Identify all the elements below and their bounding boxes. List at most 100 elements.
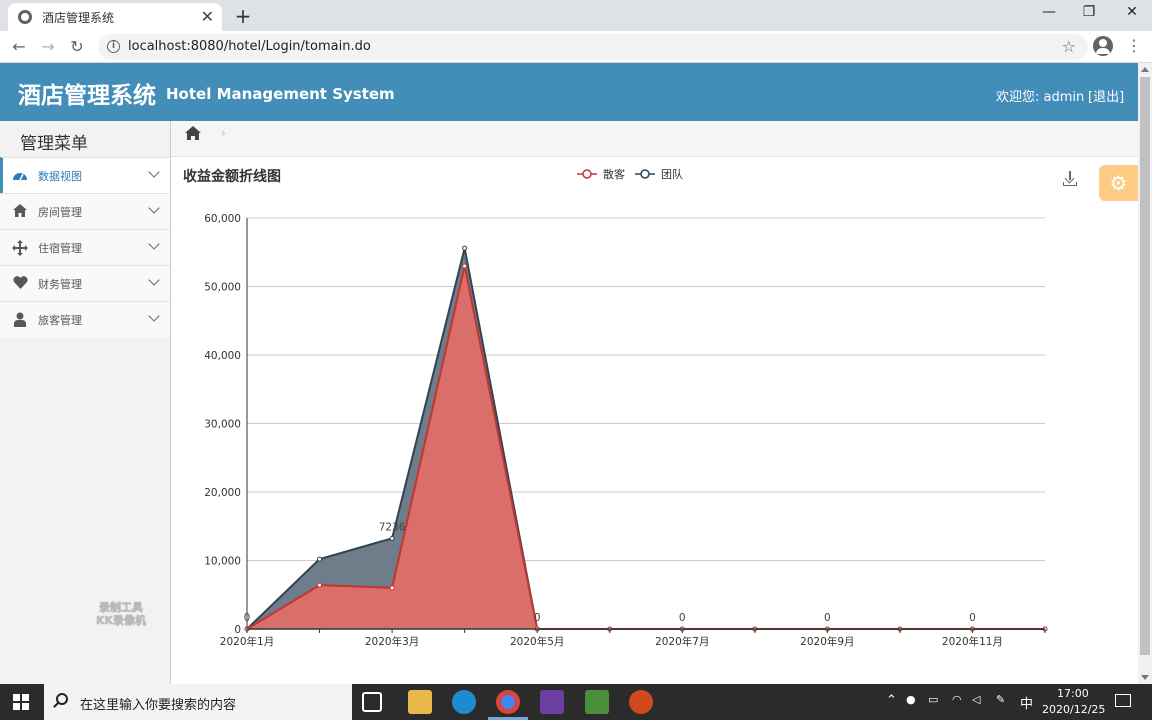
windows-taskbar: 在这里输入你要搜索的内容 ⌃ ● ▭ ◠ ◁ ✎ 中 17:00 2020/12… bbox=[0, 684, 1152, 720]
y-tick-label: 60,000 bbox=[204, 213, 241, 225]
sidebar-item-stays[interactable]: 住宿管理 bbox=[0, 229, 170, 265]
app-title: 酒店管理系统 bbox=[18, 83, 156, 109]
x-tick-label: 2020年7月 bbox=[655, 635, 709, 648]
home-icon[interactable] bbox=[185, 125, 201, 144]
sidebar: 管理菜单 数据视图 房间管理 住宿管理 财务管理 旅客管理 录制工具 KK录像机 bbox=[0, 121, 171, 684]
taskbar-search-box[interactable]: 在这里输入你要搜索的内容 bbox=[44, 684, 352, 720]
data-label: 0 bbox=[679, 612, 686, 624]
globe-icon bbox=[18, 10, 32, 24]
sidebar-menu: 数据视图 房间管理 住宿管理 财务管理 旅客管理 bbox=[0, 157, 170, 337]
ime-indicator[interactable]: 中 bbox=[1020, 693, 1033, 712]
sidebar-item-label: 旅客管理 bbox=[38, 314, 82, 327]
watermark-line2: KK录像机 bbox=[96, 614, 147, 627]
info-icon[interactable]: i bbox=[107, 40, 120, 53]
reload-button[interactable]: ↻ bbox=[67, 37, 87, 56]
x-tick-label: 2020年9月 bbox=[800, 635, 854, 648]
sidebar-item-finance[interactable]: 财务管理 bbox=[0, 265, 170, 301]
x-tick-label: 2020年1月 bbox=[220, 635, 274, 648]
bookmark-star-icon[interactable]: ☆ bbox=[1062, 37, 1076, 56]
y-tick-label: 20,000 bbox=[204, 487, 241, 499]
chevron-down-icon bbox=[148, 274, 160, 286]
windows-start-icon[interactable] bbox=[13, 694, 29, 710]
browser-tab[interactable]: 酒店管理系统 ✕ bbox=[8, 3, 222, 31]
clock-date[interactable]: 2020/12/25 bbox=[1042, 703, 1105, 716]
tray-chevron-up-icon[interactable]: ⌃ bbox=[886, 693, 897, 708]
tray-app-icon[interactable]: ● bbox=[906, 693, 916, 706]
legend-item[interactable]: 散客 bbox=[577, 167, 625, 181]
data-point bbox=[317, 582, 323, 588]
pen-icon[interactable]: ✎ bbox=[996, 693, 1005, 706]
data-point bbox=[389, 535, 395, 541]
data-label: 0 bbox=[969, 612, 976, 624]
y-tick-label: 40,000 bbox=[204, 350, 241, 362]
back-button[interactable]: ← bbox=[9, 37, 29, 56]
file-explorer-icon[interactable] bbox=[408, 690, 432, 714]
recorder-app-icon[interactable] bbox=[629, 690, 653, 714]
y-tick-label: 10,000 bbox=[204, 556, 241, 568]
browser-menu-icon[interactable]: ⋮ bbox=[1126, 38, 1142, 54]
breadcrumb: › bbox=[171, 121, 1138, 157]
tab-title: 酒店管理系统 bbox=[42, 10, 115, 25]
recorder-watermark: 录制工具 KK录像机 bbox=[96, 601, 146, 627]
clock-time[interactable]: 17:00 bbox=[1057, 687, 1089, 700]
x-tick-label: 2020年5月 bbox=[510, 635, 564, 648]
profile-avatar-icon[interactable] bbox=[1093, 36, 1113, 56]
data-label: 7236 bbox=[379, 521, 406, 533]
sidebar-item-rooms[interactable]: 房间管理 bbox=[0, 193, 170, 229]
restore-button[interactable]: ❐ bbox=[1074, 4, 1104, 20]
dashboard-icon bbox=[12, 168, 28, 184]
y-tick-label: 30,000 bbox=[204, 419, 241, 431]
chevron-down-icon bbox=[148, 202, 160, 214]
y-tick-label: 0 bbox=[234, 624, 241, 636]
logout-link[interactable]: [退出] bbox=[1088, 86, 1124, 105]
chart-title: 收益金额折线图 bbox=[183, 168, 281, 185]
data-point bbox=[462, 245, 468, 251]
scroll-thumb[interactable] bbox=[1140, 77, 1150, 655]
sidebar-item-label: 数据视图 bbox=[38, 170, 82, 183]
sidebar-item-label: 房间管理 bbox=[38, 206, 82, 219]
app-icon[interactable] bbox=[540, 690, 564, 714]
chevron-down-icon bbox=[148, 166, 160, 178]
data-point bbox=[462, 263, 468, 269]
user-icon bbox=[12, 312, 28, 328]
watermark-line1: 录制工具 bbox=[99, 601, 144, 614]
revenue-chart: 收益金额折线图 散客 团队 0 10,000 20,000 30,000 40,000 50… bbox=[183, 167, 1048, 648]
tab-close-icon[interactable]: ✕ bbox=[201, 9, 214, 25]
x-tick-label: 2020年11月 bbox=[942, 635, 1003, 648]
breadcrumb-separator: › bbox=[221, 126, 226, 140]
data-label: 0 bbox=[824, 612, 831, 624]
app-subtitle: Hotel Management System bbox=[166, 85, 395, 103]
y-tick-label: 50,000 bbox=[204, 282, 241, 294]
sidebar-item-data-view[interactable]: 数据视图 bbox=[0, 157, 170, 193]
minimize-button[interactable]: — bbox=[1034, 4, 1064, 20]
new-tab-button[interactable]: + bbox=[232, 4, 254, 28]
volume-icon[interactable]: ◁ bbox=[972, 693, 980, 706]
scroll-up-icon[interactable] bbox=[1141, 67, 1149, 72]
legend-item[interactable]: 团队 bbox=[635, 167, 683, 181]
forward-button[interactable]: → bbox=[38, 37, 58, 56]
page-scrollbar[interactable] bbox=[1138, 63, 1152, 684]
sidebar-item-guests[interactable]: 旅客管理 bbox=[0, 301, 170, 337]
settings-gear-button[interactable]: ⚙ bbox=[1099, 165, 1138, 201]
scroll-down-icon[interactable] bbox=[1141, 675, 1149, 680]
address-bar[interactable]: i localhost:8080/hotel/Login/tomain.do ☆ bbox=[98, 34, 1088, 60]
task-view-icon[interactable] bbox=[362, 692, 382, 712]
chevron-down-icon bbox=[148, 238, 160, 250]
browser-tab-strip: 酒店管理系统 ✕ + — ❐ ✕ bbox=[0, 0, 1152, 31]
browser-toolbar: ← → ↻ i localhost:8080/hotel/Login/tomai… bbox=[0, 31, 1152, 63]
chrome-browser-icon[interactable] bbox=[496, 690, 520, 714]
legend-label: 团队 bbox=[661, 167, 683, 181]
battery-icon[interactable]: ▭ bbox=[928, 693, 938, 706]
close-window-button[interactable]: ✕ bbox=[1117, 4, 1147, 20]
search-placeholder: 在这里输入你要搜索的内容 bbox=[80, 698, 237, 713]
data-label: 0 bbox=[534, 612, 541, 624]
app-icon[interactable] bbox=[585, 690, 609, 714]
chart-legend[interactable]: 散客 团队 bbox=[577, 167, 683, 181]
data-point bbox=[389, 585, 395, 591]
x-tick-label: 2020年3月 bbox=[365, 635, 419, 648]
notification-center-icon[interactable] bbox=[1115, 694, 1131, 707]
edge-browser-icon[interactable] bbox=[452, 690, 476, 714]
url-text[interactable]: localhost:8080/hotel/Login/tomain.do bbox=[128, 39, 371, 54]
wifi-icon[interactable]: ◠ bbox=[952, 693, 962, 706]
sidebar-title: 管理菜单 bbox=[20, 134, 88, 154]
